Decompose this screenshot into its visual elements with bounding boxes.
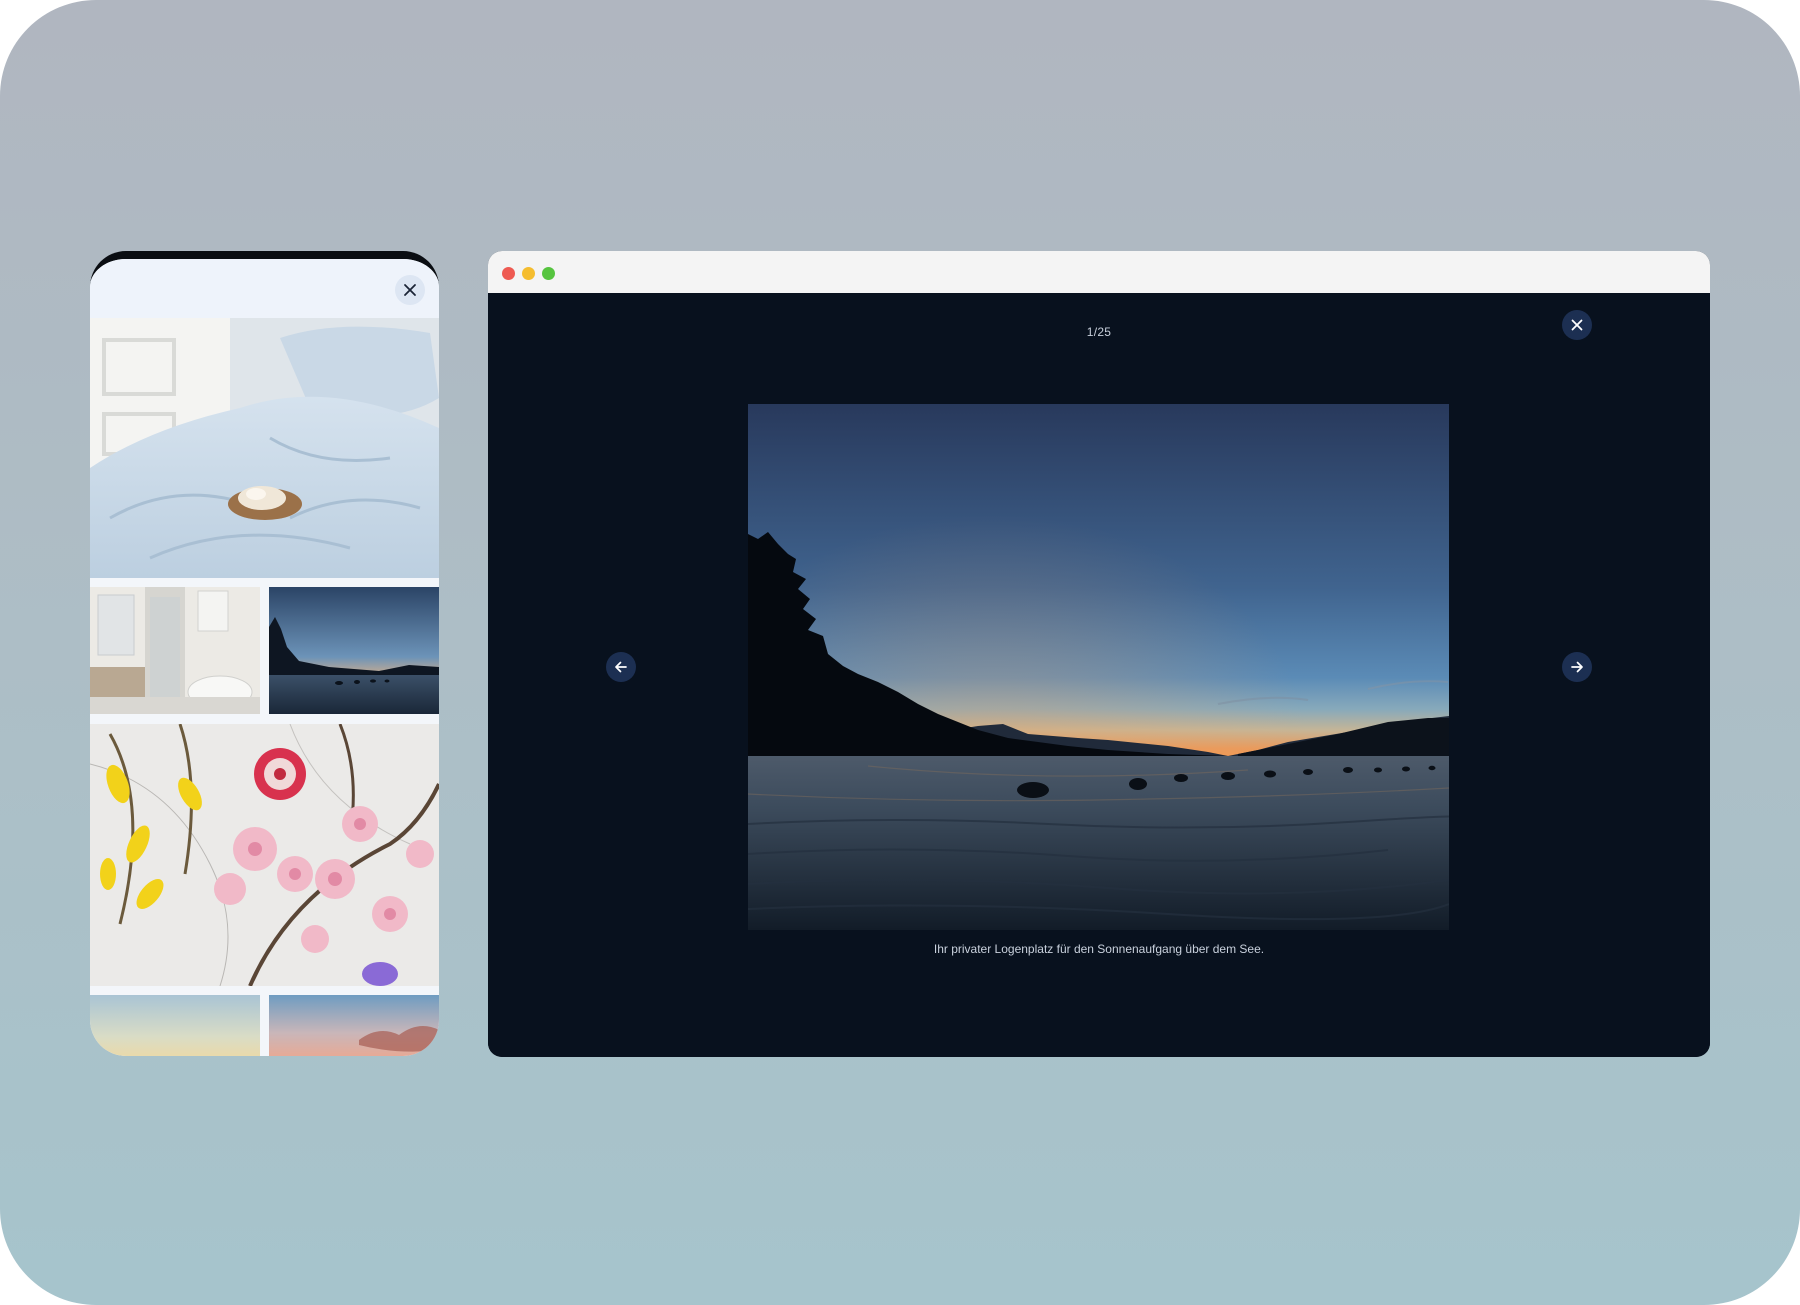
bathroom-photo[interactable]	[90, 587, 260, 714]
image-counter: 1/25	[1086, 325, 1112, 339]
sky-photo-left[interactable]	[90, 995, 260, 1056]
close-button[interactable]	[395, 275, 425, 305]
phone-gallery-header	[90, 259, 439, 318]
lake-sunset-photo	[748, 404, 1449, 930]
phone-gallery	[90, 251, 439, 1056]
window-zoom-dot[interactable]	[542, 267, 555, 280]
window-minimize-dot[interactable]	[522, 267, 535, 280]
image-caption: Ihr privater Logenplatz für den Sonnenau…	[933, 942, 1265, 956]
browser-window: 1/25 Ihr privater Logenplatz für den Son…	[488, 251, 1710, 1057]
window-titlebar	[488, 251, 1710, 293]
lightbox-viewer: 1/25 Ihr privater Logenplatz für den Son…	[488, 293, 1710, 1057]
close-icon	[1571, 319, 1583, 331]
close-icon	[404, 284, 416, 296]
window-close-dot[interactable]	[502, 267, 515, 280]
sky-photo-right[interactable]	[269, 995, 439, 1056]
arrow-right-icon	[1571, 661, 1583, 673]
next-image-button[interactable]	[1562, 652, 1592, 682]
flowers-photo[interactable]	[90, 724, 439, 986]
bedroom-linen-photo[interactable]	[90, 318, 439, 578]
lake-sunset-thumbnail[interactable]	[269, 587, 439, 714]
previous-image-button[interactable]	[606, 652, 636, 682]
background-canvas: 1/25 Ihr privater Logenplatz für den Son…	[0, 0, 1800, 1305]
arrow-left-icon	[615, 661, 627, 673]
lightbox-close-button[interactable]	[1562, 310, 1592, 340]
